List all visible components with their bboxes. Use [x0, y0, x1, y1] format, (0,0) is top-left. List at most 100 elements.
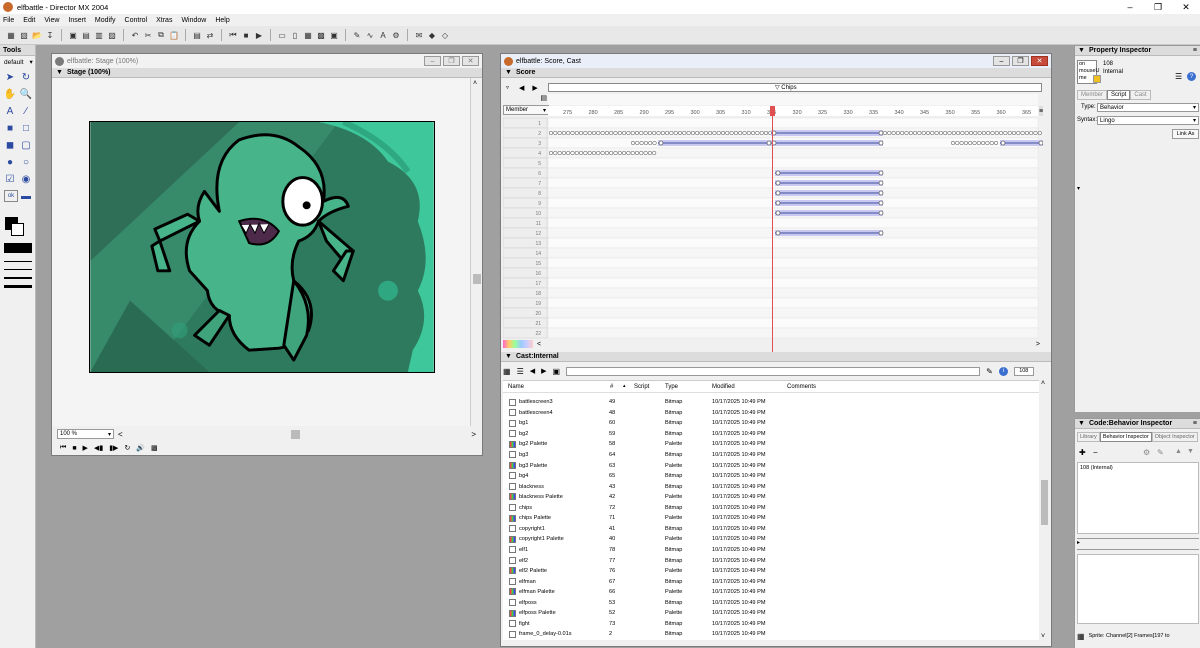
sprite-span[interactable]: [775, 200, 884, 206]
scroll-up-icon[interactable]: ˄: [473, 80, 477, 87]
channel-row[interactable]: [547, 257, 1039, 269]
menu-view[interactable]: View: [44, 17, 59, 24]
cast-member-row[interactable]: fight 73 Bitmap 10/17/2025 10:49 PM: [503, 619, 1037, 630]
close-button[interactable]: ✕: [462, 56, 479, 66]
channel-row[interactable]: [547, 277, 1039, 289]
step-back-icon[interactable]: ◀▮: [94, 444, 103, 452]
sprite-span[interactable]: [771, 140, 884, 146]
scroll-thumb[interactable]: [1041, 480, 1048, 525]
stage-window-titlebar[interactable]: elfbattle: Stage (100%) – ❐ ✕: [52, 54, 482, 68]
tab-behavior-inspector[interactable]: Behavior Inspector: [1099, 432, 1152, 442]
channel-row[interactable]: [547, 307, 1039, 319]
cast-member-row[interactable]: bg1 60 Bitmap 10/17/2025 10:49 PM: [503, 418, 1037, 429]
channel-row[interactable]: [547, 297, 1039, 309]
sprite-span[interactable]: [950, 140, 999, 146]
play-icon[interactable]: ▶: [254, 30, 264, 40]
exchange-icon[interactable]: ⇄: [205, 30, 215, 40]
sprite-span[interactable]: [658, 140, 772, 146]
sprite-span[interactable]: [1000, 140, 1043, 146]
open-icon[interactable]: 📂: [32, 30, 42, 40]
maximize-button[interactable]: ❐: [443, 56, 460, 66]
text-window-icon[interactable]: A: [378, 30, 388, 40]
score-menu-icon[interactable]: ≡: [1039, 108, 1043, 115]
syntax-select[interactable]: Lingo ▾: [1097, 116, 1199, 125]
sprite-span[interactable]: [771, 130, 884, 136]
line-width-1[interactable]: [4, 269, 32, 270]
stage-window-icon[interactable]: ▭: [277, 30, 287, 40]
cast-member-row[interactable]: copyright1 41 Bitmap 10/17/2025 10:49 PM: [503, 524, 1037, 535]
cast-thumbnail-view-icon[interactable]: ▦: [503, 367, 511, 376]
line-width-3[interactable]: [4, 285, 32, 288]
cast-member-row[interactable]: elf2 Palette 76 Palette 10/17/2025 10:49 PM: [503, 566, 1037, 577]
inspector-icon[interactable]: ▣: [329, 30, 339, 40]
library-icon[interactable]: ▩: [316, 30, 326, 40]
score-window-icon[interactable]: ▦: [303, 30, 313, 40]
horizontal-scroll-thumb[interactable]: [290, 429, 300, 439]
save-icon[interactable]: ▣: [68, 30, 78, 40]
filled-ellipse-tool-icon[interactable]: ●: [4, 156, 16, 168]
expand-arrow-icon[interactable]: ▸: [1077, 540, 1080, 546]
prev-member-icon[interactable]: ◀: [530, 367, 535, 375]
panel-menu-icon[interactable]: ≡: [1193, 420, 1197, 427]
menu-edit[interactable]: Edit: [23, 17, 35, 24]
filled-roundrect-tool-icon[interactable]: ◼: [4, 139, 16, 151]
cast-member-row[interactable]: blackness Palette 42 Palette 10/17/2025 10:…: [503, 492, 1037, 503]
collapse-arrow-icon[interactable]: ▾: [1077, 185, 1080, 192]
line-width-2[interactable]: [4, 277, 32, 279]
cast-member-row[interactable]: battlescreen3 49 Bitmap 10/17/2025 10:49 PM: [503, 397, 1037, 408]
undo-icon[interactable]: ↶: [130, 30, 140, 40]
stop-icon[interactable]: ■: [72, 445, 76, 452]
ellipse-tool-icon[interactable]: ○: [20, 156, 32, 168]
channel-row[interactable]: [547, 237, 1039, 249]
roundrect-tool-icon[interactable]: ▢: [20, 139, 32, 151]
cast-member-row[interactable]: elfman 67 Bitmap 10/17/2025 10:49 PM: [503, 576, 1037, 587]
expand-arrow-icon[interactable]: ▼: [1078, 420, 1085, 427]
scroll-up-icon[interactable]: ˄: [1041, 380, 1045, 387]
channel-row[interactable]: [547, 117, 1039, 129]
column-number[interactable]: #: [610, 384, 613, 390]
rewind-icon[interactable]: ⏮: [60, 444, 66, 452]
menu-xtras[interactable]: Xtras: [156, 17, 172, 24]
cast-window-icon[interactable]: ▯: [290, 30, 300, 40]
panel-menu-icon[interactable]: ≡: [1193, 47, 1197, 54]
paste-icon[interactable]: 📋: [169, 30, 179, 40]
script-icon[interactable]: ✎: [986, 367, 993, 376]
scroll-down-icon[interactable]: ˅: [1041, 633, 1045, 640]
find-icon[interactable]: ▤: [192, 30, 202, 40]
marker-menu-icon[interactable]: ▿: [506, 84, 509, 91]
remove-behavior-icon[interactable]: −: [1093, 448, 1098, 457]
column-comments[interactable]: Comments: [787, 384, 816, 390]
score-grid[interactable]: 2752802852902953003053103153203253303353…: [503, 94, 1043, 354]
sort-icon[interactable]: ▴: [623, 383, 626, 389]
tab-member[interactable]: Member: [1077, 90, 1108, 100]
hand-tool-icon[interactable]: ✋: [4, 88, 16, 100]
filled-rect-tool-icon[interactable]: ■: [4, 122, 16, 134]
expand-arrow-icon[interactable]: ▼: [1078, 47, 1085, 54]
menu-modify[interactable]: Modify: [95, 17, 116, 24]
column-modified[interactable]: Modified: [712, 384, 735, 390]
move-up-icon[interactable]: ▲: [1175, 448, 1182, 455]
column-type[interactable]: Type: [665, 384, 678, 390]
sprite-span[interactable]: [775, 190, 884, 196]
rect-tool-icon[interactable]: □: [20, 122, 32, 134]
sprite-span[interactable]: [882, 130, 1042, 136]
vector-window-icon[interactable]: ∿: [365, 30, 375, 40]
cut-icon[interactable]: ✂: [143, 30, 153, 40]
radio-tool-icon[interactable]: ◉: [20, 173, 32, 185]
cast-member-row[interactable]: elf2 77 Bitmap 10/17/2025 10:49 PM: [503, 555, 1037, 566]
maximize-button[interactable]: ❐: [1144, 0, 1172, 14]
column-script[interactable]: Script: [634, 384, 649, 390]
save-all-icon[interactable]: ▤: [81, 30, 91, 40]
publish-icon[interactable]: ▥: [94, 30, 104, 40]
sprite-span[interactable]: [775, 170, 884, 176]
cast-list-view-icon[interactable]: ☰: [517, 367, 524, 376]
cast-member-row[interactable]: bg2 Palette 58 Palette 10/17/2025 10:49 PM: [503, 439, 1037, 450]
cast-member-row[interactable]: bg3 64 Bitmap 10/17/2025 10:49 PM: [503, 450, 1037, 461]
stage-vertical-scrollbar[interactable]: ˄: [470, 78, 482, 426]
zoom-tool-icon[interactable]: 🔍: [20, 88, 32, 100]
copy-icon[interactable]: ⧉: [156, 30, 166, 40]
marker-chips[interactable]: ▽ Chips: [775, 84, 797, 91]
behavior-library-icon[interactable]: ◆: [427, 30, 437, 40]
volume-icon[interactable]: 🔊: [136, 444, 145, 452]
next-marker-icon[interactable]: ▶: [532, 84, 537, 92]
